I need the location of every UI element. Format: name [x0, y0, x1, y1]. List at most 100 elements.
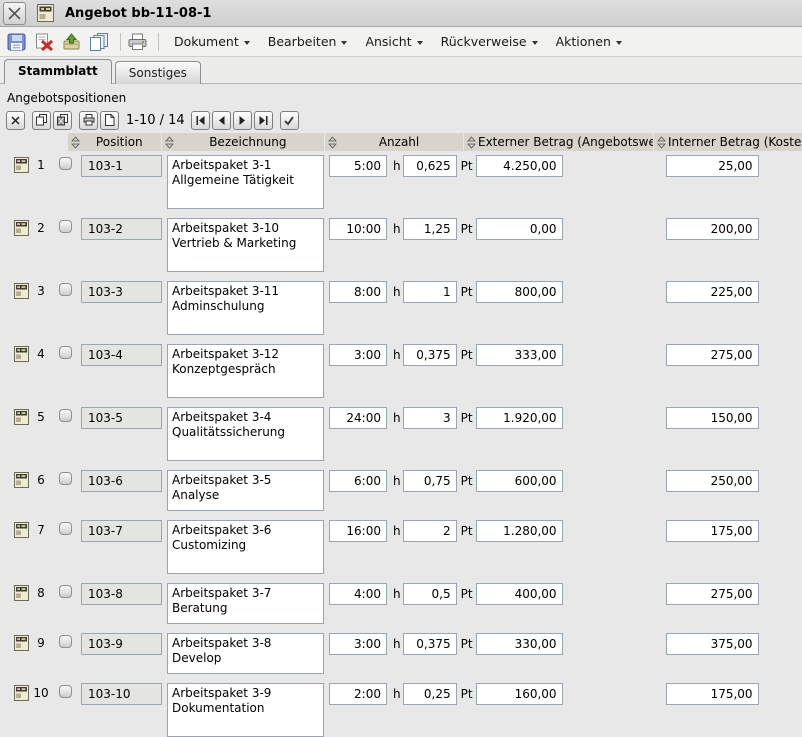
anzahl-hours-input[interactable] — [329, 155, 387, 177]
sort-icon[interactable] — [328, 136, 337, 149]
bezeichnung-textarea[interactable]: Arbeitspaket 3-8 Develop — [167, 633, 324, 674]
interner-betrag-input[interactable] — [666, 155, 759, 177]
nav-prev-button[interactable] — [212, 111, 231, 130]
externer-betrag-input[interactable] — [476, 281, 563, 303]
position-input[interactable] — [81, 683, 162, 705]
row-checkbox[interactable] — [59, 585, 72, 598]
menu-ansicht[interactable]: Ansicht — [365, 34, 422, 49]
confirm-button[interactable] — [280, 111, 299, 130]
anzahl-points-input[interactable] — [403, 470, 457, 492]
externer-betrag-input[interactable] — [476, 155, 563, 177]
record-form-icon[interactable] — [14, 522, 29, 538]
nav-next-button[interactable] — [233, 111, 252, 130]
externer-betrag-input[interactable] — [476, 520, 563, 542]
bezeichnung-textarea[interactable]: Arbeitspaket 3-11 Adminschulung — [167, 281, 324, 335]
copy-row-button[interactable] — [32, 111, 51, 130]
row-checkbox[interactable] — [59, 522, 72, 535]
record-form-icon[interactable] — [14, 346, 29, 362]
row-checkbox[interactable] — [59, 685, 72, 698]
delete-row-button[interactable] — [6, 111, 25, 130]
bezeichnung-textarea[interactable]: Arbeitspaket 3-7 Beratung — [167, 583, 324, 624]
anzahl-hours-input[interactable] — [329, 633, 387, 655]
menu-aktionen[interactable]: Aktionen — [556, 34, 622, 49]
record-form-icon[interactable] — [14, 635, 29, 651]
record-form-icon[interactable] — [14, 157, 29, 173]
record-form-icon[interactable] — [14, 685, 29, 701]
anzahl-hours-input[interactable] — [329, 218, 387, 240]
bezeichnung-textarea[interactable]: Arbeitspaket 3-5 Analyse — [167, 470, 324, 511]
position-input[interactable] — [81, 633, 162, 655]
position-input[interactable] — [81, 218, 162, 240]
row-checkbox[interactable] — [59, 346, 72, 359]
bezeichnung-textarea[interactable]: Arbeitspaket 3-1 Allgemeine Tätigkeit — [167, 155, 324, 209]
position-input[interactable] — [81, 407, 162, 429]
record-form-icon[interactable] — [14, 585, 29, 601]
position-input[interactable] — [81, 470, 162, 492]
anzahl-hours-input[interactable] — [329, 520, 387, 542]
position-input[interactable] — [81, 281, 162, 303]
externer-betrag-input[interactable] — [476, 344, 563, 366]
interner-betrag-input[interactable] — [666, 281, 759, 303]
delete-document-icon[interactable] — [34, 33, 54, 51]
anzahl-points-input[interactable] — [403, 344, 457, 366]
position-input[interactable] — [81, 344, 162, 366]
interner-betrag-input[interactable] — [666, 520, 759, 542]
anzahl-hours-input[interactable] — [329, 281, 387, 303]
menu-dokument[interactable]: Dokument — [174, 34, 250, 49]
close-button[interactable] — [3, 2, 26, 25]
record-form-icon[interactable] — [14, 472, 29, 488]
position-input[interactable] — [81, 155, 162, 177]
bezeichnung-textarea[interactable]: Arbeitspaket 3-10 Vertrieb & Marketing — [167, 218, 324, 272]
tab-stammblatt[interactable]: Stammblatt — [4, 59, 112, 84]
record-form-icon[interactable] — [14, 220, 29, 236]
sort-icon[interactable] — [657, 136, 666, 149]
bezeichnung-textarea[interactable]: Arbeitspaket 3-9 Dokumentation — [167, 683, 324, 737]
print-list-button[interactable] — [79, 111, 98, 130]
nav-last-button[interactable] — [254, 111, 273, 130]
anzahl-points-input[interactable] — [403, 281, 457, 303]
row-checkbox[interactable] — [59, 409, 72, 422]
position-input[interactable] — [81, 520, 162, 542]
anzahl-points-input[interactable] — [403, 633, 457, 655]
interner-betrag-input[interactable] — [666, 583, 759, 605]
bezeichnung-textarea[interactable]: Arbeitspaket 3-4 Qualitätssicherung — [167, 407, 324, 461]
externer-betrag-input[interactable] — [476, 407, 563, 429]
new-row-button[interactable] — [100, 111, 119, 130]
anzahl-points-input[interactable] — [403, 683, 457, 705]
interner-betrag-input[interactable] — [666, 407, 759, 429]
anzahl-hours-input[interactable] — [329, 683, 387, 705]
bezeichnung-textarea[interactable]: Arbeitspaket 3-6 Customizing — [167, 520, 324, 574]
anzahl-points-input[interactable] — [403, 520, 457, 542]
record-form-icon[interactable] — [14, 283, 29, 299]
sort-icon[interactable] — [467, 136, 476, 149]
menu-rueckverweise[interactable]: Rückverweise — [441, 34, 538, 49]
row-checkbox[interactable] — [59, 220, 72, 233]
nav-first-button[interactable] — [191, 111, 210, 130]
menu-bearbeiten[interactable]: Bearbeiten — [268, 34, 348, 49]
externer-betrag-input[interactable] — [476, 583, 563, 605]
copy-icon[interactable] — [89, 32, 110, 51]
interner-betrag-input[interactable] — [666, 633, 759, 655]
anzahl-points-input[interactable] — [403, 218, 457, 240]
import-icon[interactable] — [62, 33, 81, 51]
interner-betrag-input[interactable] — [666, 218, 759, 240]
anzahl-points-input[interactable] — [403, 407, 457, 429]
tab-sonstiges[interactable]: Sonstiges — [115, 61, 201, 84]
record-form-icon[interactable] — [14, 409, 29, 425]
anzahl-points-input[interactable] — [403, 155, 457, 177]
anzahl-points-input[interactable] — [403, 583, 457, 605]
position-input[interactable] — [81, 583, 162, 605]
interner-betrag-input[interactable] — [666, 683, 759, 705]
row-checkbox[interactable] — [59, 472, 72, 485]
copy-all-button[interactable] — [53, 111, 72, 130]
print-icon[interactable] — [127, 33, 148, 51]
interner-betrag-input[interactable] — [666, 344, 759, 366]
externer-betrag-input[interactable] — [476, 470, 563, 492]
row-checkbox[interactable] — [59, 635, 72, 648]
anzahl-hours-input[interactable] — [329, 407, 387, 429]
row-checkbox[interactable] — [59, 157, 72, 170]
bezeichnung-textarea[interactable]: Arbeitspaket 3-12 Konzeptgespräch — [167, 344, 324, 398]
anzahl-hours-input[interactable] — [329, 470, 387, 492]
externer-betrag-input[interactable] — [476, 218, 563, 240]
externer-betrag-input[interactable] — [476, 633, 563, 655]
